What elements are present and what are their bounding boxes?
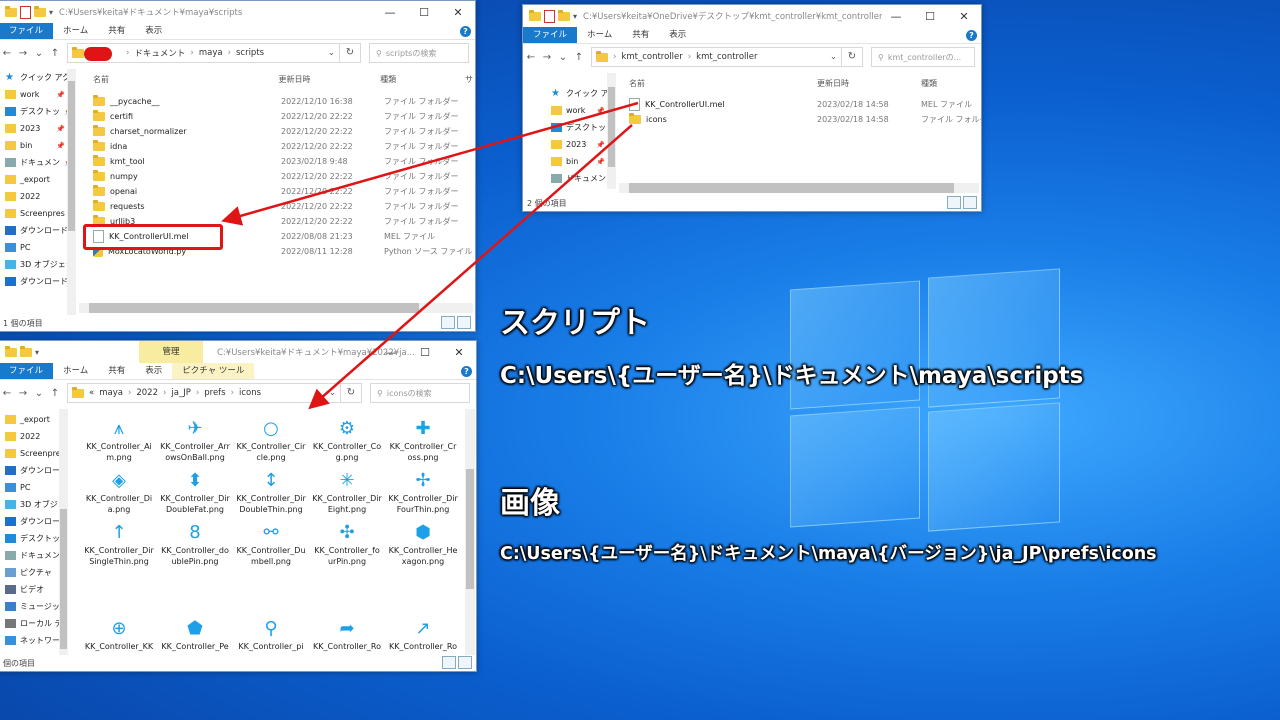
arrow-mel-to-scripts xyxy=(221,101,639,226)
script-heading: スクリプト xyxy=(500,306,650,341)
image-path: C:\Users\{ユーザー名}\ドキュメント\maya\{バージョン}\ja_… xyxy=(500,544,1157,564)
image-heading: 画像 xyxy=(500,486,560,521)
script-path: C:\Users\{ユーザー名}\ドキュメント\maya\scripts xyxy=(500,363,1084,389)
